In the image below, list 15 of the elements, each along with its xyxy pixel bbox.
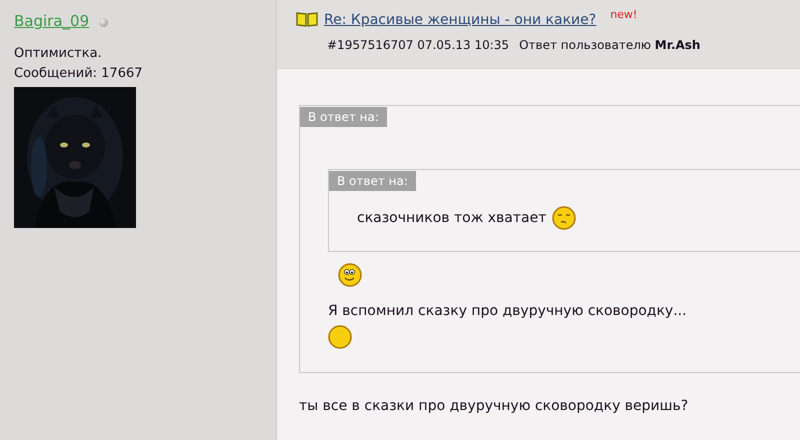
quote-label: В ответ на: xyxy=(300,107,387,127)
quote-label: В ответ на: xyxy=(329,171,416,191)
post-title-link[interactable]: Re: Красивые женщины - они какие? xyxy=(324,8,596,32)
smiley-icon xyxy=(338,263,362,287)
message-text: ты все в сказки про двуручную сковородку веришь? xyxy=(299,398,688,414)
smiley-icon xyxy=(328,325,352,349)
new-label: new! xyxy=(610,8,638,22)
message-text: Я вспомнил сказку про двуручную сковородку... xyxy=(328,303,687,319)
smiley-icon xyxy=(552,206,576,230)
post-meta: #1957516707 07.05.13 10:35 xyxy=(327,37,510,54)
message-text: сказочников тож хватает xyxy=(357,210,546,226)
post-count: Сообщений: 17667 xyxy=(14,65,144,83)
reply-to-text: Ответ пользователю Mr.Ash xyxy=(519,37,700,54)
book-icon xyxy=(296,12,318,27)
user-status: Оптимистка. xyxy=(14,45,103,63)
